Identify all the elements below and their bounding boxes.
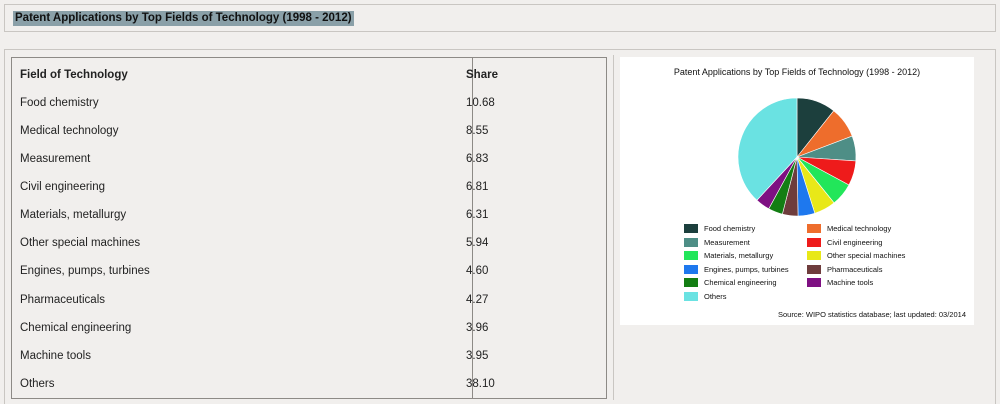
table-row: Food chemistry 10.68 (12, 88, 608, 116)
row-field: Other special machines (20, 237, 141, 249)
row-field: Food chemistry (20, 97, 99, 109)
chart-card: Patent Applications by Top Fields of Tec… (620, 57, 974, 325)
legend-swatch (684, 291, 698, 301)
legend-label: Machine tools (827, 278, 874, 287)
legend-swatch (684, 237, 698, 247)
row-field: Medical technology (20, 125, 119, 137)
chart-title: Patent Applications by Top Fields of Tec… (673, 67, 921, 77)
row-share: 5.94 (466, 237, 489, 249)
row-share: 6.31 (466, 209, 489, 221)
share-table: Field of Technology Share Food chemistry… (11, 57, 607, 399)
row-share: 3.96 (466, 322, 489, 334)
legend-label: Pharmaceuticals (827, 264, 883, 274)
legend-swatch (684, 264, 698, 274)
table-row: Engines, pumps, turbines 4.60 (12, 256, 608, 284)
row-field: Engines, pumps, turbines (20, 265, 150, 277)
legend-label: Food chemistry (704, 224, 756, 233)
legend-label: Engines, pumps, turbines (704, 264, 789, 274)
legend-label: Other special machines (827, 251, 906, 260)
legend-label: Others (704, 291, 727, 301)
legend-swatch (807, 264, 821, 274)
row-share: 6.83 (466, 153, 489, 165)
row-share: 38.10 (466, 378, 495, 390)
table-row: Chemical engineering 3.96 (12, 313, 608, 341)
row-share: 8.55 (466, 125, 489, 137)
table-row: Civil engineering 6.81 (12, 172, 608, 200)
header-field: Field of Technology (20, 69, 128, 81)
legend-label: Medical technology (827, 224, 892, 233)
row-share: 3.95 (466, 350, 489, 362)
legend-label: Materials, metallurgy (704, 251, 774, 260)
table-row: Others 38.10 (12, 369, 608, 397)
table-row: Other special machines 5.94 (12, 228, 608, 256)
heading-bar: Patent Applications by Top Fields of Tec… (4, 4, 996, 32)
header-share: Share (466, 69, 498, 81)
legend-label: Chemical engineering (704, 278, 777, 287)
chart-source: Source: WIPO statistics database; last u… (777, 310, 966, 319)
page-heading: Patent Applications by Top Fields of Tec… (13, 11, 354, 26)
row-share: 4.27 (466, 294, 489, 306)
row-field: Measurement (20, 153, 91, 165)
table-row: Measurement 6.83 (12, 144, 608, 172)
legend-swatch (807, 251, 821, 260)
row-field: Pharmaceuticals (20, 294, 106, 306)
row-share: 4.60 (466, 265, 489, 277)
row-field: Civil engineering (20, 181, 106, 193)
legend-swatch (684, 224, 698, 233)
table-header-row: Field of Technology Share (12, 60, 608, 88)
table-row: Medical technology 8.55 (12, 116, 608, 144)
row-field: Materials, metallurgy (20, 209, 127, 221)
legend-label: Civil engineering (827, 237, 883, 247)
legend-swatch (807, 237, 821, 247)
table-row: Machine tools 3.95 (12, 341, 608, 369)
legend-swatch (807, 278, 821, 287)
legend-swatch (684, 278, 698, 287)
row-field: Chemical engineering (20, 322, 132, 334)
row-share: 10.68 (466, 97, 495, 109)
row-field: Machine tools (20, 350, 91, 362)
legend-label: Measurement (704, 237, 750, 247)
row-share: 6.81 (466, 181, 489, 193)
row-field: Others (20, 378, 55, 390)
table-row: Materials, metallurgy 6.31 (12, 200, 608, 228)
legend-swatch (807, 224, 821, 233)
table-row: Pharmaceuticals 4.27 (12, 285, 608, 313)
pie-chart (737, 97, 857, 217)
legend-swatch (684, 251, 698, 260)
